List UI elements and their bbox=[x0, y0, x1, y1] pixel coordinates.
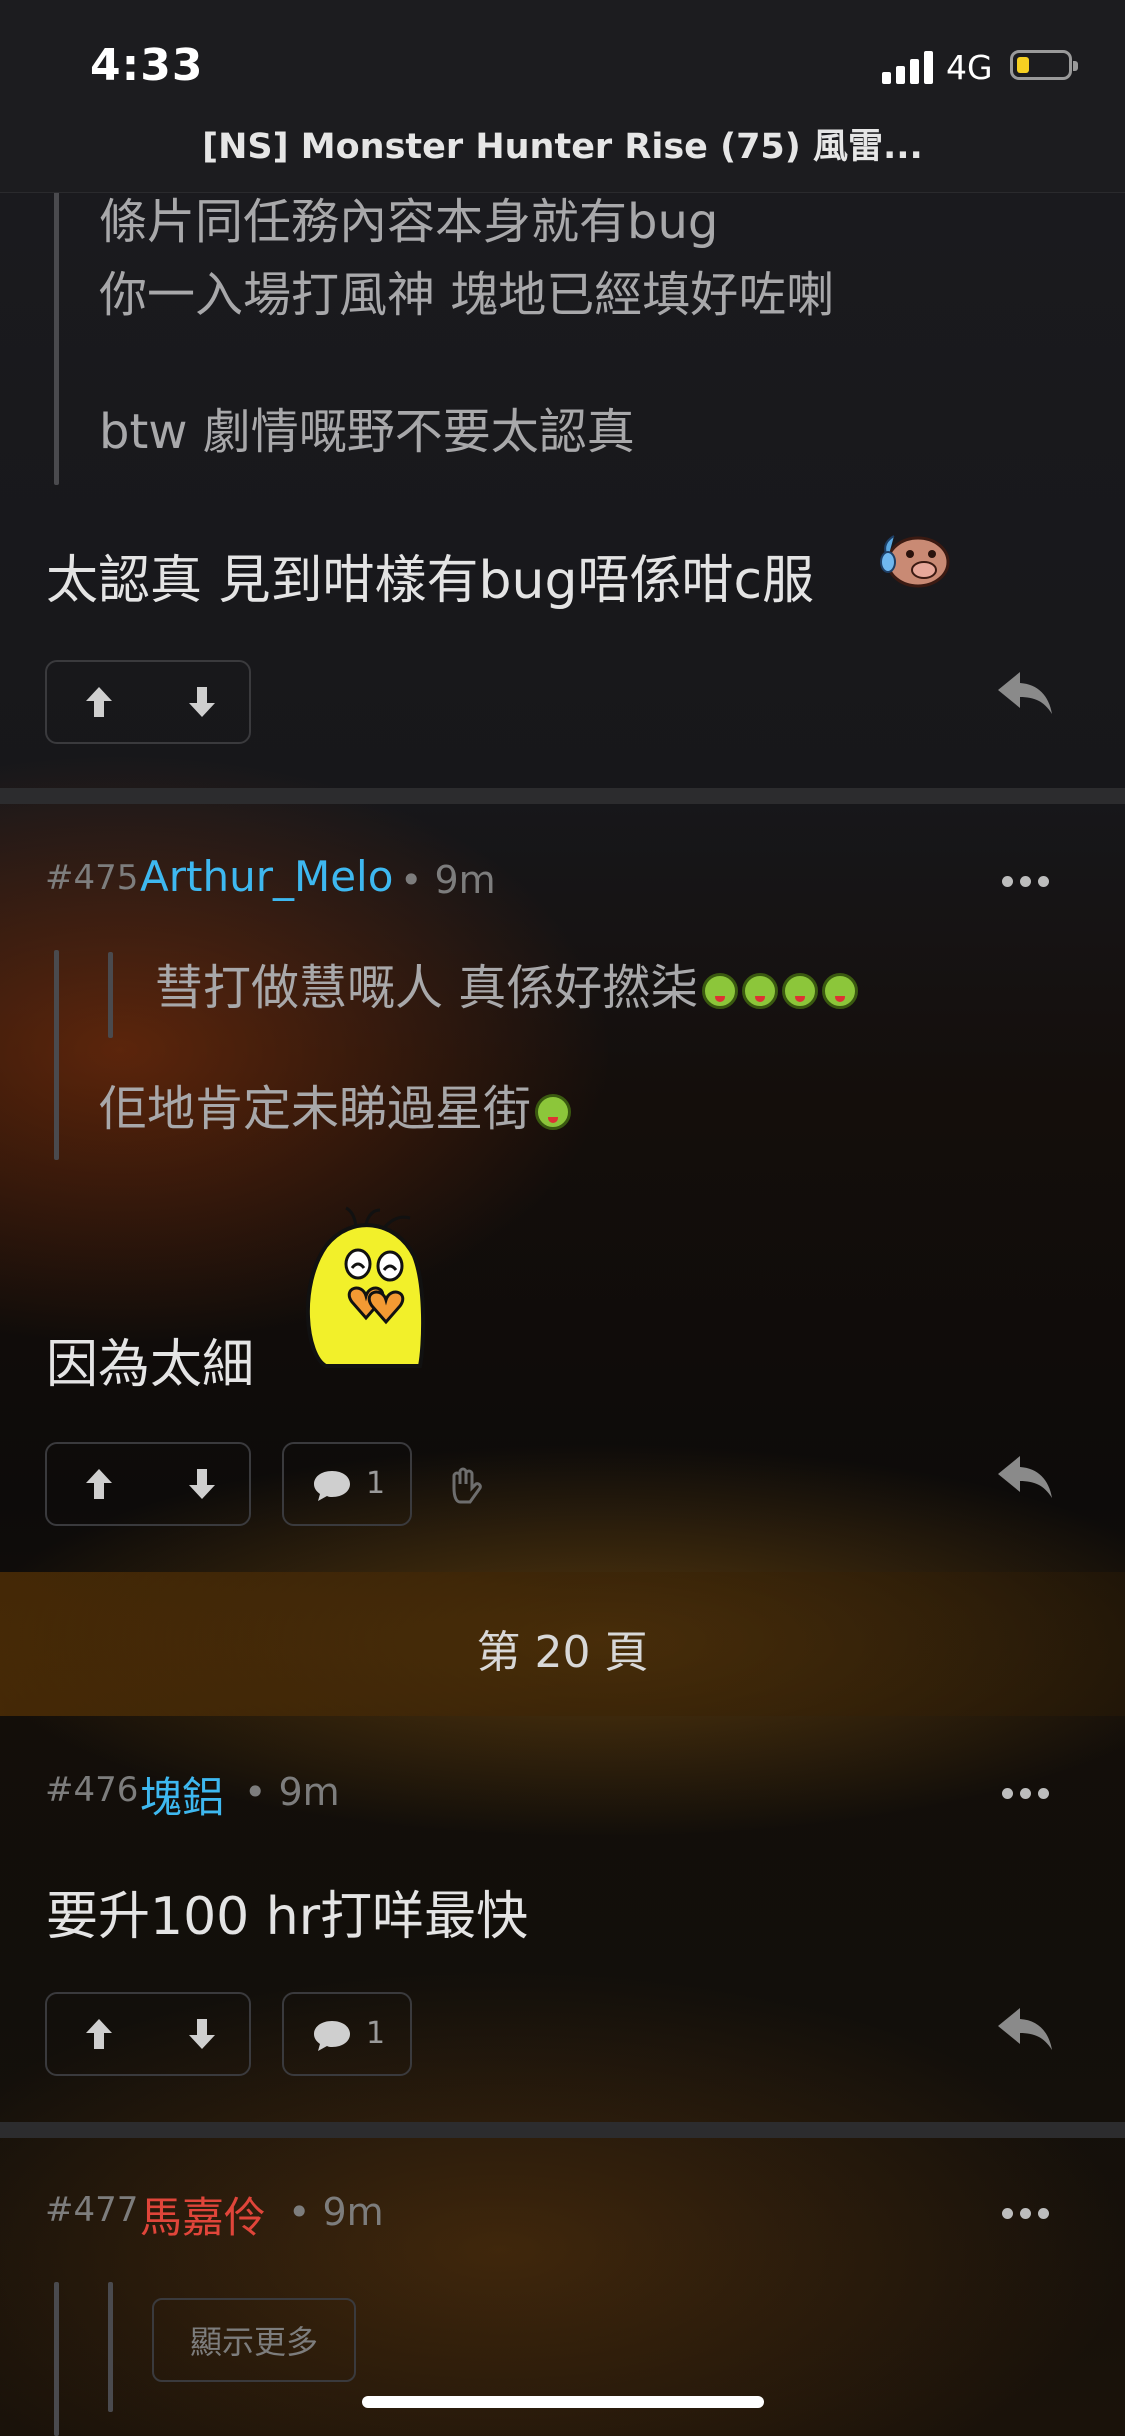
post-time: • 9m bbox=[288, 2190, 384, 2234]
username-link[interactable]: Arthur_Melo bbox=[140, 852, 393, 901]
more-options-button[interactable] bbox=[1002, 1784, 1056, 1803]
vote-group bbox=[45, 660, 251, 744]
quote-line: 佢地肯定未睇過星街 bbox=[99, 1081, 532, 1137]
upvote-button[interactable] bbox=[47, 662, 150, 742]
username-link[interactable]: 塊鋁 bbox=[140, 1764, 224, 1825]
more-dots-icon bbox=[1002, 1784, 1056, 1803]
comment-icon bbox=[314, 1471, 350, 1501]
post-number: #477 bbox=[45, 2190, 139, 2230]
quote-line: 條片同任務內容本身就有bug bbox=[99, 194, 719, 250]
quote-line: btw 劇情嘅野不要太認真 bbox=[99, 404, 635, 460]
post-number: #475 bbox=[45, 858, 139, 898]
downvote-arrow-icon bbox=[188, 2019, 215, 2049]
page-number-label: 第 20 頁 bbox=[476, 1627, 649, 1678]
downvote-arrow-icon bbox=[188, 1469, 215, 1499]
post-time: • 9m bbox=[400, 858, 496, 902]
upvote-arrow-icon bbox=[85, 687, 112, 717]
signal-icon bbox=[882, 50, 934, 84]
quote-bar bbox=[54, 2282, 59, 2436]
sick-emoji-icon bbox=[782, 973, 819, 1009]
more-options-button[interactable] bbox=[1002, 2204, 1056, 2223]
nested-quote-bar bbox=[108, 952, 113, 1038]
comments-button[interactable]: 1 bbox=[282, 1442, 412, 1526]
more-options-button[interactable] bbox=[1002, 872, 1056, 891]
vote-group bbox=[45, 1442, 251, 1526]
upvote-arrow-icon bbox=[85, 2019, 112, 2049]
downvote-button[interactable] bbox=[150, 1444, 253, 1524]
sick-emoji-icon bbox=[822, 973, 859, 1009]
quote-bar bbox=[54, 950, 59, 1160]
post-body: 因為太細 bbox=[46, 1335, 255, 1395]
nested-quote-text: 彗打做慧嘅人 真係好撚柒 bbox=[155, 952, 859, 1024]
network-type: 4G bbox=[946, 48, 993, 87]
comment-count: 1 bbox=[366, 1466, 386, 1501]
nested-quote-line: 彗打做慧嘅人 真係好撚柒 bbox=[155, 960, 699, 1016]
downvote-arrow-icon bbox=[188, 687, 215, 717]
vote-group bbox=[45, 1992, 251, 2076]
quote-bar bbox=[54, 190, 59, 485]
battery-icon bbox=[1010, 50, 1078, 80]
status-time: 4:33 bbox=[90, 40, 204, 91]
reply-icon bbox=[998, 1456, 1052, 1498]
upvote-button[interactable] bbox=[47, 1994, 150, 2074]
downvote-button[interactable] bbox=[150, 1994, 253, 2074]
sick-emoji-icon bbox=[535, 1094, 572, 1130]
reply-button[interactable] bbox=[996, 2004, 1054, 2058]
upvote-arrow-icon bbox=[85, 1469, 112, 1499]
comments-button[interactable]: 1 bbox=[282, 1992, 412, 2076]
sick-emoji-icon bbox=[742, 973, 779, 1009]
reply-button[interactable] bbox=[996, 668, 1054, 722]
sweating-pig-sticker bbox=[874, 524, 954, 594]
show-more-button[interactable]: 顯示更多 bbox=[152, 2298, 356, 2382]
yellow-blob-heart-sticker bbox=[296, 1206, 456, 1376]
post-separator bbox=[0, 2122, 1125, 2138]
reply-icon bbox=[998, 2008, 1052, 2050]
nested-quote-bar bbox=[108, 2282, 113, 2412]
comment-count: 1 bbox=[366, 2016, 386, 2051]
post-time: • 9m bbox=[244, 1770, 340, 1814]
quote-text: 佢地肯定未睇過星街 bbox=[99, 1073, 572, 1145]
username-link[interactable]: 馬嘉伶 bbox=[140, 2184, 266, 2245]
quote-line: 你一入場打風神 塊地已經填好咗喇 bbox=[99, 267, 835, 323]
post-body: 太認真 見到咁樣有bug唔係咁c服 bbox=[46, 551, 815, 611]
more-dots-icon bbox=[1002, 872, 1056, 891]
upvote-button[interactable] bbox=[47, 1444, 150, 1524]
hand-icon[interactable] bbox=[446, 1466, 482, 1510]
home-indicator[interactable] bbox=[362, 2396, 764, 2408]
reply-icon bbox=[998, 672, 1052, 714]
post-separator bbox=[0, 788, 1125, 804]
more-dots-icon bbox=[1002, 2204, 1056, 2223]
sick-emoji-icon bbox=[702, 973, 739, 1009]
top-bar: 4:33 4G [NS] Monster Hunter Rise (75) 風雷… bbox=[0, 0, 1125, 193]
post-number: #476 bbox=[45, 1770, 139, 1810]
post-body: 要升100 hr打咩最快 bbox=[46, 1887, 529, 1947]
comment-icon bbox=[314, 2021, 350, 2051]
thread-title[interactable]: [NS] Monster Hunter Rise (75) 風雷... bbox=[0, 118, 1125, 169]
reply-button[interactable] bbox=[996, 1452, 1054, 1506]
downvote-button[interactable] bbox=[150, 662, 253, 742]
